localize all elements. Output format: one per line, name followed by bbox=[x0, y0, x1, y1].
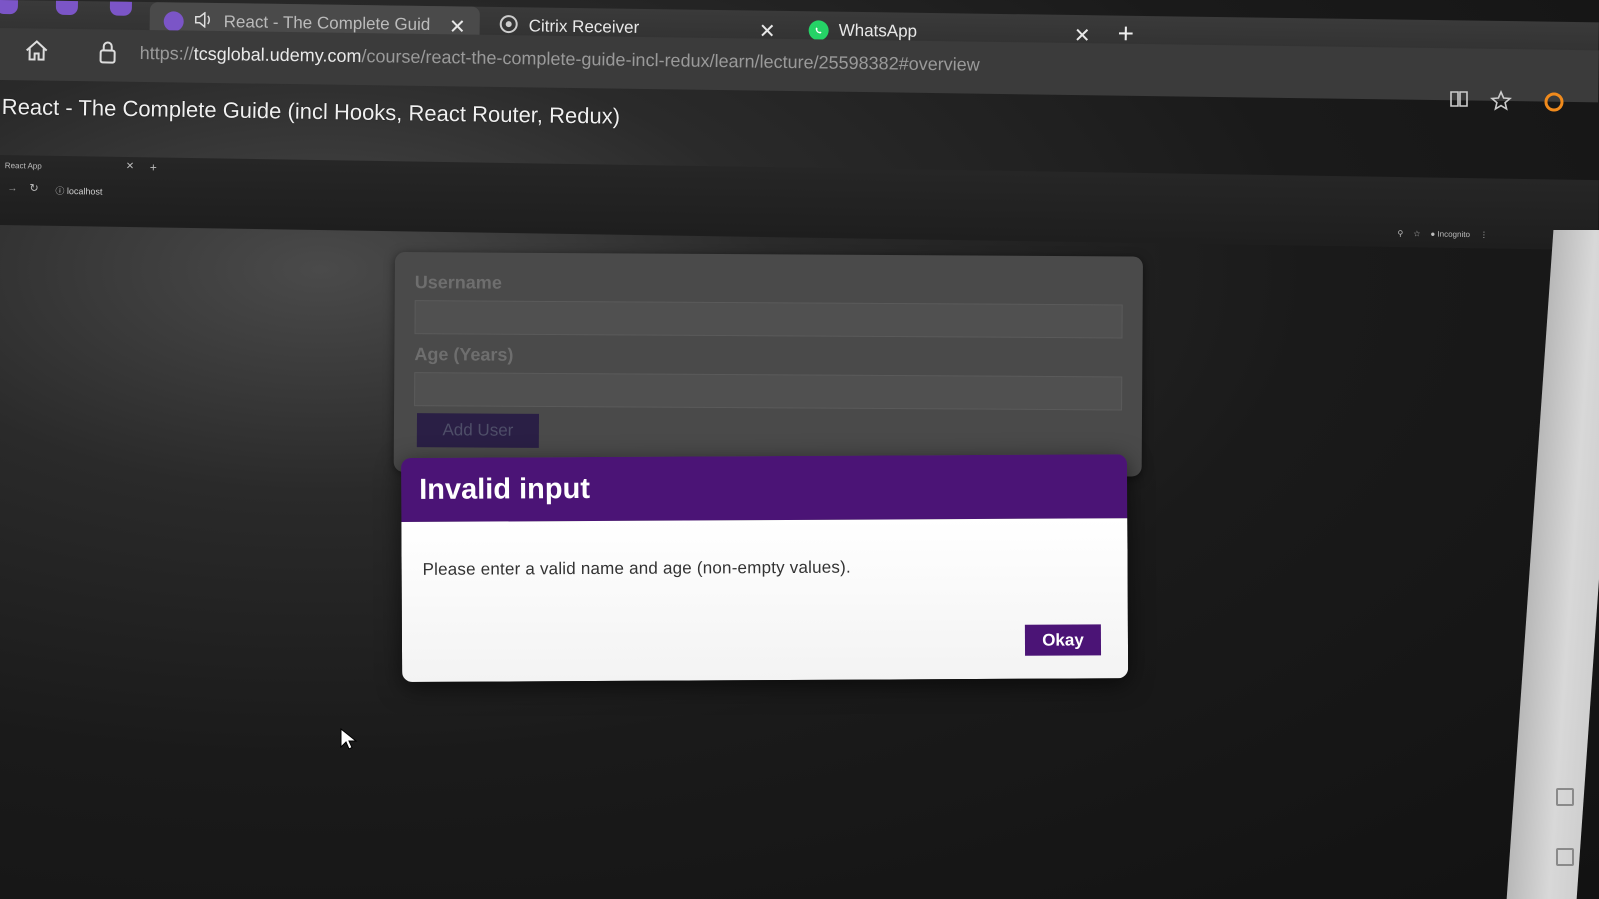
new-tab-button[interactable]: + bbox=[150, 160, 157, 174]
url-path: /course/react-the-complete-guide-incl-re… bbox=[361, 46, 980, 75]
speaker-icon bbox=[194, 10, 214, 32]
inner-tab-label[interactable]: React App bbox=[5, 161, 42, 171]
pinned-tab[interactable] bbox=[55, 0, 78, 16]
incognito-label: Incognito bbox=[1437, 229, 1471, 240]
screen: React - The Complete Guid ✕ Citrix Recei… bbox=[0, 0, 1599, 899]
mouse-pointer-icon bbox=[339, 727, 359, 758]
modal-title: Invalid input bbox=[419, 472, 591, 506]
checkbox-icon[interactable] bbox=[1556, 788, 1574, 806]
search-icon[interactable]: ⚲ bbox=[1397, 229, 1403, 238]
add-user-form: Username Age (Years) Add User bbox=[393, 252, 1143, 477]
favorites-icon[interactable] bbox=[1490, 89, 1512, 118]
url-host: tcsglobal.udemy.com bbox=[193, 43, 362, 67]
udemy-icon bbox=[163, 11, 184, 32]
modal-body: Please enter a valid name and age (non-e… bbox=[401, 518, 1129, 682]
age-label: Age (Years) bbox=[414, 344, 514, 365]
inner-browser-chrome: React App ✕ + → ↻ ⓘ localhost ⚲ ☆ ● Inco… bbox=[0, 155, 1599, 251]
tab-label: WhatsApp bbox=[838, 20, 918, 41]
pinned-tab[interactable] bbox=[0, 0, 18, 15]
error-modal: Invalid input Please enter a valid name … bbox=[401, 454, 1129, 682]
extension-icon[interactable] bbox=[1544, 92, 1564, 118]
age-input[interactable] bbox=[414, 372, 1123, 411]
pinned-tab[interactable] bbox=[109, 1, 132, 16]
modal-message: Please enter a valid name and age (non-e… bbox=[422, 557, 851, 579]
okay-button[interactable]: Okay bbox=[1024, 624, 1102, 656]
checkbox-icon[interactable] bbox=[1556, 848, 1574, 866]
home-icon[interactable] bbox=[23, 38, 49, 67]
lock-icon[interactable] bbox=[97, 40, 117, 69]
star-icon[interactable]: ☆ bbox=[1413, 229, 1420, 238]
whatsapp-icon bbox=[808, 20, 829, 41]
close-icon[interactable]: ✕ bbox=[126, 161, 135, 172]
page-title: React - The Complete Guide (incl Hooks, … bbox=[1, 94, 621, 129]
modal-header: Invalid input bbox=[401, 454, 1128, 522]
forward-icon[interactable]: → bbox=[7, 183, 17, 194]
menu-icon[interactable]: ⋮ bbox=[1480, 230, 1488, 239]
reading-view-icon[interactable] bbox=[1448, 88, 1470, 116]
inner-url: localhost bbox=[66, 186, 103, 197]
incognito-badge[interactable]: ● Incognito bbox=[1430, 229, 1470, 239]
add-user-button[interactable]: Add User bbox=[416, 413, 540, 448]
inner-toolbar: ⚲ ☆ ● Incognito ⋮ bbox=[1397, 229, 1488, 239]
inner-url-field[interactable]: ⓘ localhost bbox=[55, 184, 102, 198]
reload-icon[interactable]: ↻ bbox=[29, 181, 38, 194]
edge-panel bbox=[1506, 230, 1599, 899]
username-label: Username bbox=[414, 272, 502, 293]
url-field[interactable]: https://tcsglobal.udemy.com/course/react… bbox=[140, 43, 980, 76]
url-scheme: https:// bbox=[139, 42, 194, 64]
username-input[interactable] bbox=[414, 300, 1123, 339]
